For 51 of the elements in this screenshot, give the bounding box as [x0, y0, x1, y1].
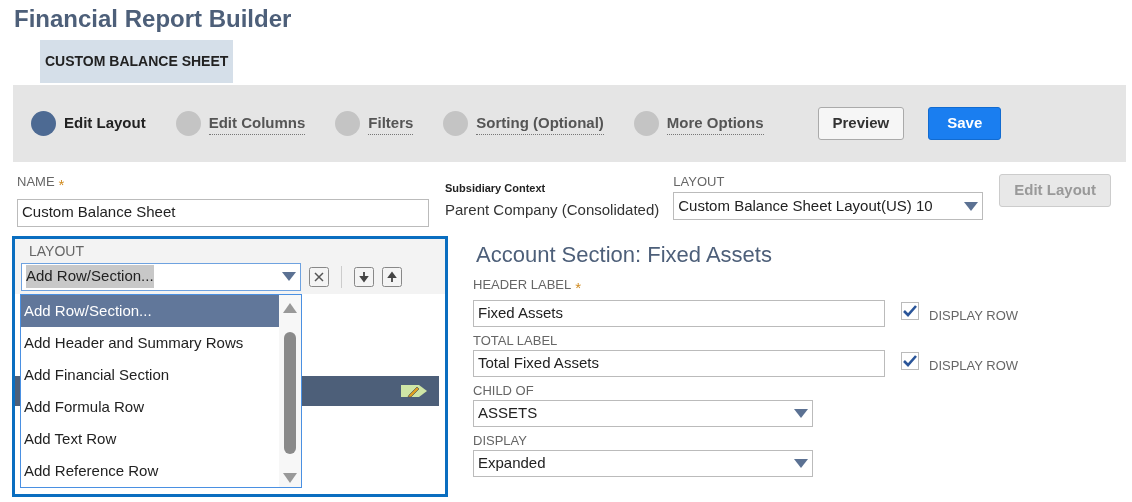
section-title: Account Section: Fixed Assets: [476, 240, 773, 269]
display-row-checkbox[interactable]: [901, 302, 919, 320]
dropdown-arrow-icon: [794, 409, 808, 418]
select-field[interactable]: Expanded: [473, 450, 813, 477]
dropdown-arrow-icon: [282, 272, 296, 281]
display-row-checkbox[interactable]: [901, 352, 919, 370]
add-row-select[interactable]: Add Row/Section...: [21, 262, 301, 291]
dropdown-arrow-icon: [964, 201, 979, 211]
required-asterisk: *: [58, 175, 65, 195]
report-tab[interactable]: CUSTOM BALANCE SHEET: [40, 40, 234, 83]
close-icon: [309, 266, 329, 287]
move-down-icon: [354, 266, 374, 287]
field-label: CHILD OF: [473, 383, 534, 399]
name-input[interactable]: Custom Balance Sheet: [17, 198, 429, 227]
dropdown-option[interactable]: Add Formula Row: [21, 390, 279, 423]
move-up-icon: [382, 266, 402, 287]
field-label: TOTAL LABEL: [473, 333, 558, 349]
pencil-icon: [401, 383, 427, 398]
field-label: HEADER LABEL: [473, 276, 572, 294]
step-tab[interactable]: Edit Columns: [175, 111, 306, 136]
checkbox-label: DISPLAY ROW: [929, 357, 1019, 375]
step-tab[interactable]: More Options: [633, 111, 764, 136]
step-tab[interactable]: Sorting (Optional): [443, 111, 604, 136]
field-value: Parent Company (Consolidated): [445, 199, 660, 220]
panel-label: LAYOUT: [29, 242, 85, 259]
save-button[interactable]: Save: [928, 107, 1002, 140]
text-input[interactable]: Total Fixed Assets: [473, 350, 885, 377]
check-icon: [903, 305, 917, 317]
dropdown-option[interactable]: Add Financial Section: [21, 358, 279, 391]
dropdown-option[interactable]: Add Row/Section...: [21, 294, 279, 327]
field-label: DISPLAY: [473, 433, 527, 449]
page-title: Financial Report Builder: [14, 4, 293, 34]
scroll-down-icon: [283, 472, 297, 483]
text-input[interactable]: Fixed Assets: [473, 300, 885, 327]
scroll-up-icon: [283, 302, 297, 313]
step-tab[interactable]: Filters: [335, 111, 414, 136]
field-label: LAYOUT: [673, 174, 726, 190]
dropdown-option[interactable]: Add Header and Summary Rows: [21, 326, 279, 359]
scrollbar[interactable]: [279, 294, 301, 487]
check-icon: [903, 355, 917, 367]
dropdown-option[interactable]: Add Text Row: [21, 422, 279, 455]
field-label: NAME: [17, 174, 55, 191]
checkbox-label: DISPLAY ROW: [929, 307, 1019, 325]
dropdown-arrow-icon: [794, 459, 808, 468]
select-field[interactable]: ASSETS: [473, 400, 813, 427]
dropdown-option[interactable]: Add Reference Row: [21, 454, 279, 487]
step-tab[interactable]: Edit Layout: [31, 111, 146, 136]
preview-button[interactable]: Preview: [817, 107, 905, 140]
layout-select[interactable]: Custom Balance Sheet Layout(US) 10: [673, 192, 984, 220]
required-asterisk: *: [575, 277, 582, 298]
field-label: Subsidiary Context: [445, 181, 547, 196]
